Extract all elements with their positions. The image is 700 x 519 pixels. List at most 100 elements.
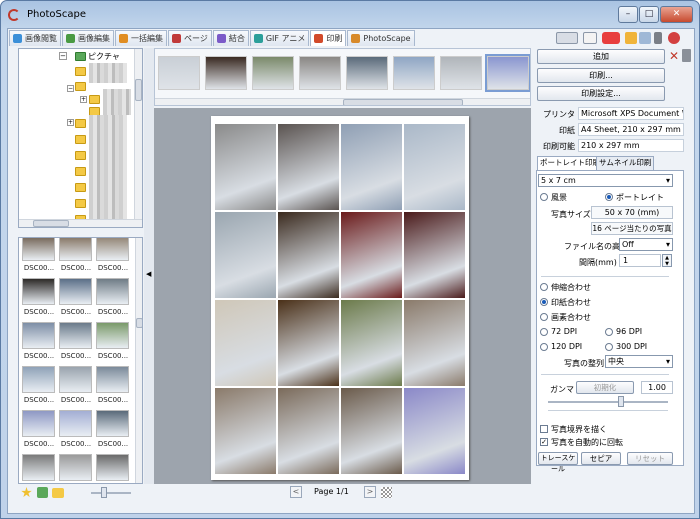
print-photo-cell[interactable] <box>404 388 465 474</box>
thumbs-vertical-scrollbar[interactable] <box>135 238 142 483</box>
tab-2[interactable]: 一括編集 <box>115 30 167 46</box>
tree-vertical-scrollbar[interactable] <box>134 49 142 219</box>
add-button[interactable]: 追加 <box>537 49 665 64</box>
close-button[interactable]: ✕ <box>660 6 693 23</box>
panel-splitter[interactable]: ◀ <box>144 48 154 484</box>
photo-size-select[interactable]: 5 x 7 cm <box>538 174 673 187</box>
tab-6[interactable]: 印刷 <box>310 30 347 46</box>
print-photo-cell[interactable] <box>404 300 465 386</box>
reset-button[interactable]: リセット <box>627 452 673 465</box>
file-thumbnail[interactable] <box>96 410 129 437</box>
print-photo-cell[interactable] <box>278 388 339 474</box>
gamma-slider-handle[interactable] <box>618 396 624 407</box>
strip-thumbnail[interactable] <box>252 56 294 90</box>
folder-tree[interactable]: − ピクチャ − + + <box>18 48 143 228</box>
layout-icon[interactable] <box>639 32 651 44</box>
file-thumbnail[interactable] <box>22 366 55 393</box>
trash-icon[interactable] <box>682 49 691 62</box>
scroll-thumb[interactable] <box>135 79 142 101</box>
file-thumbnail[interactable] <box>22 238 55 261</box>
print-settings-button[interactable]: 印刷設定... <box>537 86 665 101</box>
tab-1[interactable]: 画像編集 <box>62 30 114 46</box>
strip-thumbnail[interactable] <box>393 56 435 90</box>
dpi120-radio[interactable] <box>540 343 548 351</box>
collapse-arrow-icon[interactable]: ◀ <box>146 270 151 278</box>
print-photo-cell[interactable] <box>278 300 339 386</box>
dpi300-radio[interactable] <box>605 343 613 351</box>
fit-paper-radio[interactable] <box>540 298 548 306</box>
align-select[interactable]: 中央 <box>605 355 673 368</box>
spacing-spinner[interactable]: ▲ ▼ <box>662 254 672 267</box>
print-photo-cell[interactable] <box>215 388 276 474</box>
strip-thumbnail[interactable] <box>158 56 200 90</box>
collapse-icon[interactable]: − <box>59 52 67 60</box>
file-thumbnail[interactable] <box>96 238 129 261</box>
file-thumbnail[interactable] <box>22 278 55 305</box>
file-thumbnail[interactable] <box>96 278 129 305</box>
print-photo-cell[interactable] <box>215 124 276 210</box>
file-thumbnail[interactable] <box>59 410 92 437</box>
tab-5[interactable]: GIF アニメ <box>249 30 310 46</box>
file-thumbnail[interactable] <box>96 454 129 481</box>
print-photo-cell[interactable] <box>404 212 465 298</box>
strip-horizontal-scrollbar[interactable] <box>155 98 530 105</box>
expand-icon[interactable]: − <box>67 85 74 92</box>
next-page-button[interactable]: > <box>364 486 376 498</box>
print-button[interactable]: 印刷... <box>537 68 665 83</box>
spacing-input[interactable]: 1 <box>619 254 661 267</box>
expand-icon[interactable]: + <box>67 119 74 126</box>
strip-thumbnail[interactable] <box>440 56 482 90</box>
tab-3[interactable]: ページ <box>168 30 212 46</box>
battery-icon[interactable] <box>556 32 578 44</box>
file-thumbnail[interactable] <box>59 454 92 481</box>
strip-thumbnail[interactable] <box>299 56 341 90</box>
fit-pixels-radio[interactable] <box>540 313 548 321</box>
print-photo-cell[interactable] <box>341 212 402 298</box>
file-thumbnail[interactable] <box>96 366 129 393</box>
maximize-button[interactable]: □ <box>639 6 659 23</box>
strip-thumbnail[interactable] <box>205 56 247 90</box>
print-photo-cell[interactable] <box>278 212 339 298</box>
draw-border-checkbox[interactable] <box>540 425 548 433</box>
print-photo-cell[interactable] <box>215 300 276 386</box>
file-thumbnail-list[interactable]: DSC00... DSC00... DSC00... DSC00... DSC00...… <box>18 237 143 484</box>
tab-4[interactable]: 結合 <box>212 30 249 46</box>
scroll-thumb[interactable] <box>343 99 463 105</box>
refresh-icon[interactable] <box>37 487 48 498</box>
prev-page-button[interactable]: < <box>290 486 302 498</box>
print-photo-cell[interactable] <box>215 212 276 298</box>
file-thumbnail[interactable] <box>96 322 129 349</box>
landscape-radio[interactable] <box>540 193 548 201</box>
checker-grid-icon[interactable] <box>381 487 392 498</box>
print-photo-cell[interactable] <box>278 124 339 210</box>
dpi72-radio[interactable] <box>540 328 548 336</box>
tab-thumbnail-print[interactable]: サムネイル印刷 <box>596 156 655 170</box>
sepia-button[interactable]: セピア <box>581 452 621 465</box>
print-page-preview[interactable] <box>211 116 469 480</box>
file-thumbnail[interactable] <box>59 238 92 261</box>
tree-horizontal-scrollbar[interactable] <box>19 219 142 227</box>
strip-thumbnail[interactable] <box>346 56 388 90</box>
print-photo-cell[interactable] <box>404 124 465 210</box>
trace-button[interactable]: トレースケール <box>538 452 578 473</box>
home-icon[interactable] <box>625 32 637 44</box>
auto-rotate-checkbox[interactable]: ✓ <box>540 438 548 446</box>
scroll-thumb[interactable] <box>136 318 142 328</box>
remove-icon[interactable]: ✕ <box>669 49 679 63</box>
file-thumbnail[interactable] <box>59 278 92 305</box>
minimize-button[interactable]: – <box>618 6 638 23</box>
open-folder-icon[interactable] <box>52 488 64 498</box>
thumbnail-size-slider[interactable] <box>91 492 131 494</box>
tab-0[interactable]: 画像閲覧 <box>9 30 61 46</box>
fit-stretch-radio[interactable] <box>540 283 548 291</box>
file-thumbnail[interactable] <box>22 454 55 481</box>
file-thumbnail[interactable] <box>22 410 55 437</box>
file-thumbnail[interactable] <box>22 322 55 349</box>
file-thumbnail[interactable] <box>59 322 92 349</box>
gamma-slider-track[interactable] <box>548 401 668 403</box>
tab-portrait-print[interactable]: ポートレイト印刷 <box>537 156 603 171</box>
print-photo-cell[interactable] <box>341 124 402 210</box>
expand-icon[interactable]: + <box>80 96 87 103</box>
print-photo-cell[interactable] <box>341 388 402 474</box>
scroll-thumb[interactable] <box>33 220 69 227</box>
